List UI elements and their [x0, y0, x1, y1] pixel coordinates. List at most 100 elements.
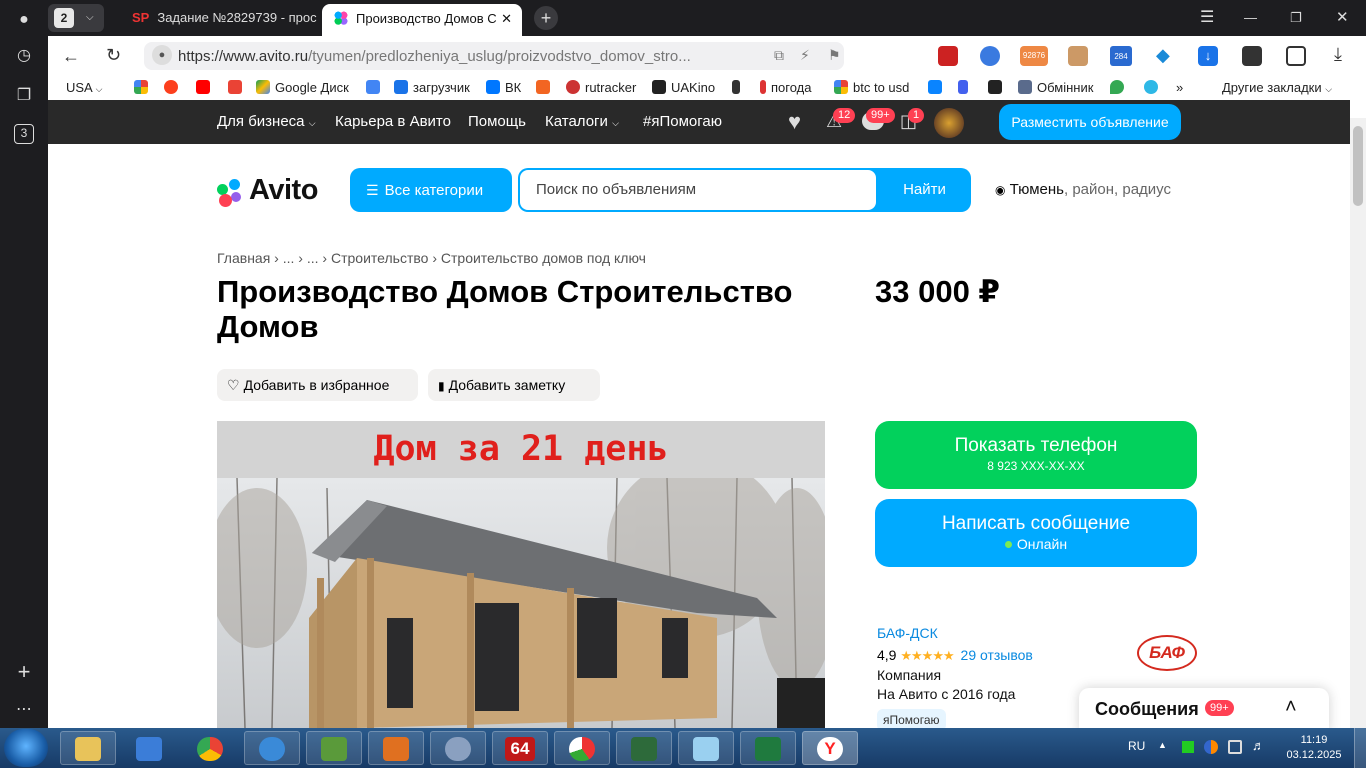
bookmark-youtube[interactable]: [196, 80, 215, 95]
add-note-button[interactable]: ▮ Добавить заметку: [428, 369, 600, 401]
reload-icon[interactable]: ↻: [106, 45, 121, 66]
write-message-button[interactable]: Написать сообщение Онлайн: [875, 499, 1197, 567]
close-window-icon[interactable]: ✕: [1336, 4, 1356, 32]
breadcrumb-home[interactable]: Главная: [217, 250, 270, 266]
seller-reviews-link[interactable]: 29 отзывов: [961, 647, 1033, 663]
tab-count-icon[interactable]: 3: [14, 124, 34, 144]
breadcrumb-ellipsis-2[interactable]: ...: [307, 250, 319, 266]
nav-ya-help[interactable]: #яПомогаю: [643, 113, 722, 130]
add-favorite-button[interactable]: ♡ Добавить в избранное: [217, 369, 418, 401]
extension-download-icon[interactable]: ↓: [1198, 46, 1218, 66]
taskbar-terminal[interactable]: [616, 731, 672, 765]
chevron-up-icon[interactable]: ˄: [1285, 696, 1297, 719]
taskbar-chrome[interactable]: [182, 731, 238, 765]
all-categories-button[interactable]: ☰ Все категории: [350, 168, 512, 212]
seller-name[interactable]: БАФ-ДСК: [877, 625, 938, 641]
tray-green-icon[interactable]: [1182, 741, 1194, 753]
more-icon[interactable]: ⋯: [12, 698, 36, 722]
profile-icon[interactable]: ●: [12, 8, 36, 32]
menu-icon[interactable]: ☰: [1200, 4, 1220, 32]
tab-task[interactable]: SP Задание №2829739 - прос: [118, 4, 318, 32]
breadcrumb-ellipsis-1[interactable]: ...: [283, 250, 295, 266]
listing-main-photo[interactable]: Дом за 21 день: [217, 421, 825, 728]
taskbar-media[interactable]: [368, 731, 424, 765]
favorites-heart-icon[interactable]: ♥: [788, 109, 801, 135]
taskbar-aida64[interactable]: 64: [492, 731, 548, 765]
extension-box-icon[interactable]: [1068, 46, 1088, 66]
avito-logo[interactable]: Avito: [217, 174, 327, 207]
start-button[interactable]: [4, 729, 48, 767]
history-icon[interactable]: ◷: [12, 44, 36, 68]
taskbar-network[interactable]: [244, 731, 300, 765]
bookmark-loader[interactable]: загрузчик: [394, 80, 470, 95]
seller-logo[interactable]: БАФ: [1137, 635, 1197, 671]
nav-business[interactable]: Для бизнеса ⌵: [217, 113, 316, 130]
bookmark-yandex[interactable]: [164, 80, 183, 95]
restore-icon[interactable]: ❐: [1290, 4, 1310, 32]
avatar[interactable]: [934, 108, 964, 138]
lock-icon[interactable]: ●: [152, 45, 172, 65]
bookmark-star[interactable]: [1144, 80, 1163, 95]
translate-icon[interactable]: ⧉: [774, 47, 784, 64]
bookmark-other[interactable]: Другие закладки ⌵: [1222, 80, 1332, 95]
bookmark-uakino[interactable]: UAKino: [652, 80, 715, 95]
search-button[interactable]: Найти: [878, 168, 971, 212]
messages-panel[interactable]: Сообщения 99+ ˄: [1079, 688, 1329, 728]
extension-globe-icon[interactable]: [980, 46, 1000, 66]
bookmark-p[interactable]: [928, 80, 947, 95]
clock[interactable]: 11:19 03.12.2025: [1282, 733, 1346, 763]
bookmark-vk[interactable]: ВК: [486, 80, 521, 95]
bookmark-gdrive[interactable]: Google Диск: [256, 80, 349, 95]
bookmark-translate[interactable]: [366, 80, 385, 95]
volume-icon[interactable]: ♬: [1252, 738, 1265, 753]
taskbar-chart[interactable]: [554, 731, 610, 765]
taskbar-yandex-browser[interactable]: Y: [802, 731, 858, 765]
bookmark-usa[interactable]: USA ⌵: [66, 80, 102, 95]
page-scrollbar[interactable]: [1350, 118, 1366, 728]
bookmark-bc[interactable]: [988, 80, 1007, 95]
extension-copy-icon[interactable]: [1286, 46, 1306, 66]
tray-expand-icon[interactable]: ▲: [1158, 740, 1167, 750]
extension-dark-icon[interactable]: [1242, 46, 1262, 66]
extension-diamond-icon[interactable]: ◆: [1156, 45, 1170, 66]
tab-group-button[interactable]: 2 ⌵: [48, 4, 104, 32]
language-indicator[interactable]: RU: [1128, 739, 1145, 753]
breadcrumb-turnkey[interactable]: Строительство домов под ключ: [441, 250, 646, 266]
taskbar-money[interactable]: [306, 731, 362, 765]
show-phone-button[interactable]: Показать телефон 8 923 XXX-XX-XX: [875, 421, 1197, 489]
more-bookmarks-icon[interactable]: »: [1176, 80, 1183, 95]
bookmark-f[interactable]: [536, 80, 555, 95]
bookmark-btc[interactable]: btc to usd: [834, 80, 909, 95]
close-tab-icon[interactable]: ✕: [501, 4, 512, 34]
network-tray-icon[interactable]: [1228, 740, 1242, 754]
bookmark-weather[interactable]: погода: [760, 80, 812, 95]
bookmark-google[interactable]: [134, 80, 153, 95]
search-input[interactable]: Поиск по объявлениям: [520, 170, 876, 210]
tray-app-icon[interactable]: [1204, 740, 1218, 754]
minimize-icon[interactable]: —: [1244, 4, 1264, 32]
taskbar-explorer[interactable]: [60, 731, 116, 765]
show-desktop-button[interactable]: [1354, 728, 1366, 768]
taskbar-excel[interactable]: [740, 731, 796, 765]
bookmark-icon[interactable]: ⚑: [828, 47, 841, 64]
bookmark-gmail[interactable]: [228, 80, 247, 95]
nav-help[interactable]: Помощь: [468, 113, 526, 130]
downloads-icon[interactable]: ⤓: [1334, 44, 1342, 65]
back-icon[interactable]: ←: [62, 46, 80, 67]
nav-catalogs[interactable]: Каталоги ⌵: [545, 113, 619, 130]
extension-counter-icon[interactable]: 92876: [1020, 46, 1048, 66]
bookmark-maps[interactable]: [1110, 80, 1129, 95]
breadcrumb-construction[interactable]: Строительство: [331, 250, 428, 266]
new-tab-button[interactable]: +: [534, 6, 558, 30]
taskbar-notes[interactable]: [678, 731, 734, 765]
location-selector[interactable]: ◉ Тюмень, район, радиус: [995, 181, 1171, 198]
post-ad-button[interactable]: Разместить объявление: [999, 104, 1181, 140]
extension-ublock-icon[interactable]: [938, 46, 958, 66]
taskbar-wise[interactable]: [121, 731, 177, 765]
tab-avito[interactable]: Производство Домов С ✕: [322, 4, 522, 36]
scrollbar-thumb[interactable]: [1353, 126, 1363, 206]
bookmark-chess[interactable]: [732, 80, 745, 95]
extension-calendar-icon[interactable]: 284: [1110, 46, 1132, 66]
add-icon[interactable]: +: [12, 660, 36, 684]
address-bar[interactable]: ● https://www.avito.ru/tyumen/predlozhen…: [144, 42, 844, 70]
